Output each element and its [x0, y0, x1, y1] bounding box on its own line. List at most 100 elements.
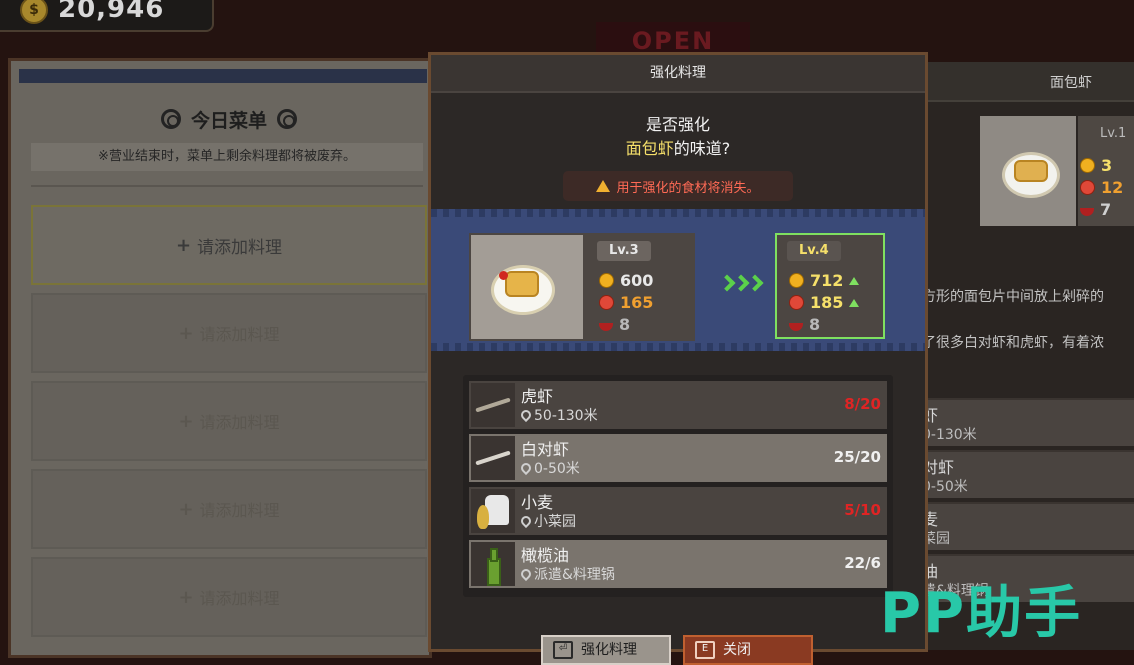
slot-label: 请添加料理: [197, 237, 283, 258]
detail-stats: Lv.1 3 12 7: [1078, 116, 1134, 226]
next-level: Lv.4: [787, 241, 841, 261]
today-menu-panel: 今日菜单 ※营业结束时，菜单上剩余料理都将被废弃。 + 请添加料理 + 请添加料理 …: [8, 58, 432, 658]
menu-slot[interactable]: + 请添加料理: [31, 381, 427, 461]
wave-pattern: [431, 343, 925, 351]
coin-icon: $: [20, 0, 48, 24]
detail-header: 面包虾: [922, 62, 1134, 102]
tiger-shrimp-icon: [471, 383, 515, 427]
menu-slot[interactable]: + 请添加料理: [31, 469, 427, 549]
bread-shrimp-icon: [1014, 160, 1048, 182]
detail-description: 了很多白对虾和虎虾，有着浓: [922, 335, 1104, 351]
next-taste: 185: [789, 293, 860, 312]
coin-icon: [1080, 158, 1095, 173]
bowl-icon: [789, 322, 803, 331]
plus-icon: +: [178, 498, 194, 520]
bowl-icon: [1080, 207, 1094, 216]
taste-icon: [789, 295, 804, 310]
close-label: 关闭: [723, 642, 751, 658]
dialog-title: 强化料理: [431, 55, 925, 93]
next-count: 8: [789, 315, 820, 334]
current-level: Lv.3: [597, 241, 651, 261]
ingredient-row: 虎虾 50-130米 8/20: [469, 381, 887, 429]
ingredient-source: 50-130米: [518, 405, 598, 425]
menu-slot[interactable]: + 请添加料理: [31, 205, 427, 285]
garnish-icon: [499, 271, 508, 280]
ingredient-name: 虎虾: [521, 387, 554, 406]
ingredient-count: 5/10: [844, 501, 881, 519]
dialog-question: 是否强化: [645, 115, 710, 134]
coin-icon: [789, 273, 804, 288]
plus-icon: +: [178, 410, 194, 432]
increase-icon: [849, 276, 860, 285]
ingredient-name: 白对虾: [521, 440, 570, 459]
wave-pattern: [431, 209, 925, 217]
warning-text: 用于强化的食材将消失。: [616, 180, 760, 196]
menu-slot[interactable]: + 请添加料理: [31, 557, 427, 637]
ingredient-source: 派遣&料理锅: [518, 564, 615, 584]
ingredient-name: 小麦: [521, 493, 554, 512]
upgrade-comparison: Lv.3 600 165 8 Lv.4 712 185 8: [431, 209, 925, 351]
slot-label: 请添加料理: [199, 325, 280, 344]
detail-level: Lv.1: [1100, 126, 1127, 141]
panel-topbar: [19, 69, 427, 83]
next-level-card: Lv.4 712 185 8: [775, 233, 885, 339]
white-shrimp-icon: [471, 436, 515, 480]
slot-label: 请添加料理: [199, 413, 280, 432]
increase-icon: [849, 298, 860, 307]
warning-icon: [596, 180, 611, 192]
dialog-question-dish: 面包虾的味道?: [431, 135, 925, 159]
location-pin-icon: [518, 407, 534, 423]
e-key-icon: E: [695, 641, 715, 659]
swirl-icon: [161, 109, 181, 129]
dish-detail-panel: 面包虾 Lv.1 3 12 7 方形的面包片中间放上剁碎的 了很多白对虾和虎虾，…: [922, 62, 1134, 650]
current-taste: 165: [599, 293, 653, 312]
location-pin-icon: [518, 460, 534, 476]
enhance-confirm-button[interactable]: ⏎ 强化料理: [541, 635, 671, 665]
enhance-dish-dialog: 强化料理 是否强化 面包虾的味道? 用于强化的食材将消失。 Lv.3 600 1…: [428, 52, 928, 665]
ingredient-source: 小菜园: [518, 511, 576, 531]
menu-title: 今日菜单: [191, 109, 268, 132]
plus-icon: +: [178, 322, 194, 344]
current-dish-card: Lv.3 600 165 8: [469, 233, 695, 341]
olive-oil-icon: [471, 542, 515, 586]
enter-key-icon: ⏎: [553, 641, 573, 659]
menu-title-row: 今日菜单: [161, 105, 298, 133]
next-price: 712: [789, 271, 860, 290]
current-count: 8: [599, 315, 630, 334]
detail-description: 方形的面包片中间放上剁碎的: [922, 289, 1104, 305]
ingredient-count: 8/20: [844, 395, 881, 413]
upgrade-arrow-icon: [718, 274, 764, 292]
bread-shrimp-icon: [505, 271, 539, 297]
close-button[interactable]: E 关闭: [683, 635, 813, 665]
confirm-label: 强化料理: [581, 642, 637, 658]
detail-taste: 12: [1080, 178, 1123, 197]
slot-label: 请添加料理: [199, 589, 280, 608]
detail-ingredient: 对虾 0-50米: [922, 450, 1134, 498]
ingredient-row: 橄榄油 派遣&料理锅 22/6: [469, 540, 887, 588]
location-pin-icon: [518, 566, 534, 582]
plus-icon: +: [175, 234, 192, 256]
ingredient-count: 25/20: [833, 448, 881, 466]
coin-counter: $ 20,946: [0, 0, 214, 32]
current-price: 600: [599, 271, 653, 290]
detail-ingredient: 虾 0-130米: [922, 398, 1134, 446]
ingredient-list: 虎虾 50-130米 8/20 白对虾 0-50米 25/20 小麦 小菜园 5…: [463, 375, 893, 597]
ingredient-row: 小麦 小菜园 5/10: [469, 487, 887, 535]
ingredient-count: 22/6: [844, 554, 881, 572]
swirl-icon: [277, 109, 298, 129]
divider: [31, 185, 423, 187]
bowl-icon: [599, 322, 613, 331]
dish-image: [471, 235, 583, 339]
warning-banner: 用于强化的食材将消失。: [563, 171, 793, 201]
slot-label: 请添加料理: [199, 501, 280, 520]
detail-title: 面包虾: [1050, 75, 1092, 91]
detail-ingredient: 麦菜园: [922, 502, 1134, 550]
menu-slot[interactable]: + 请添加料理: [31, 293, 427, 373]
ingredient-name: 橄榄油: [521, 546, 570, 565]
wheat-icon: [471, 489, 515, 533]
taste-icon: [1080, 180, 1095, 195]
coin-icon: [599, 273, 614, 288]
coin-amount: 20,946: [58, 0, 165, 24]
ingredient-source: 0-50米: [518, 458, 580, 478]
ingredient-row: 白对虾 0-50米 25/20: [469, 434, 887, 482]
